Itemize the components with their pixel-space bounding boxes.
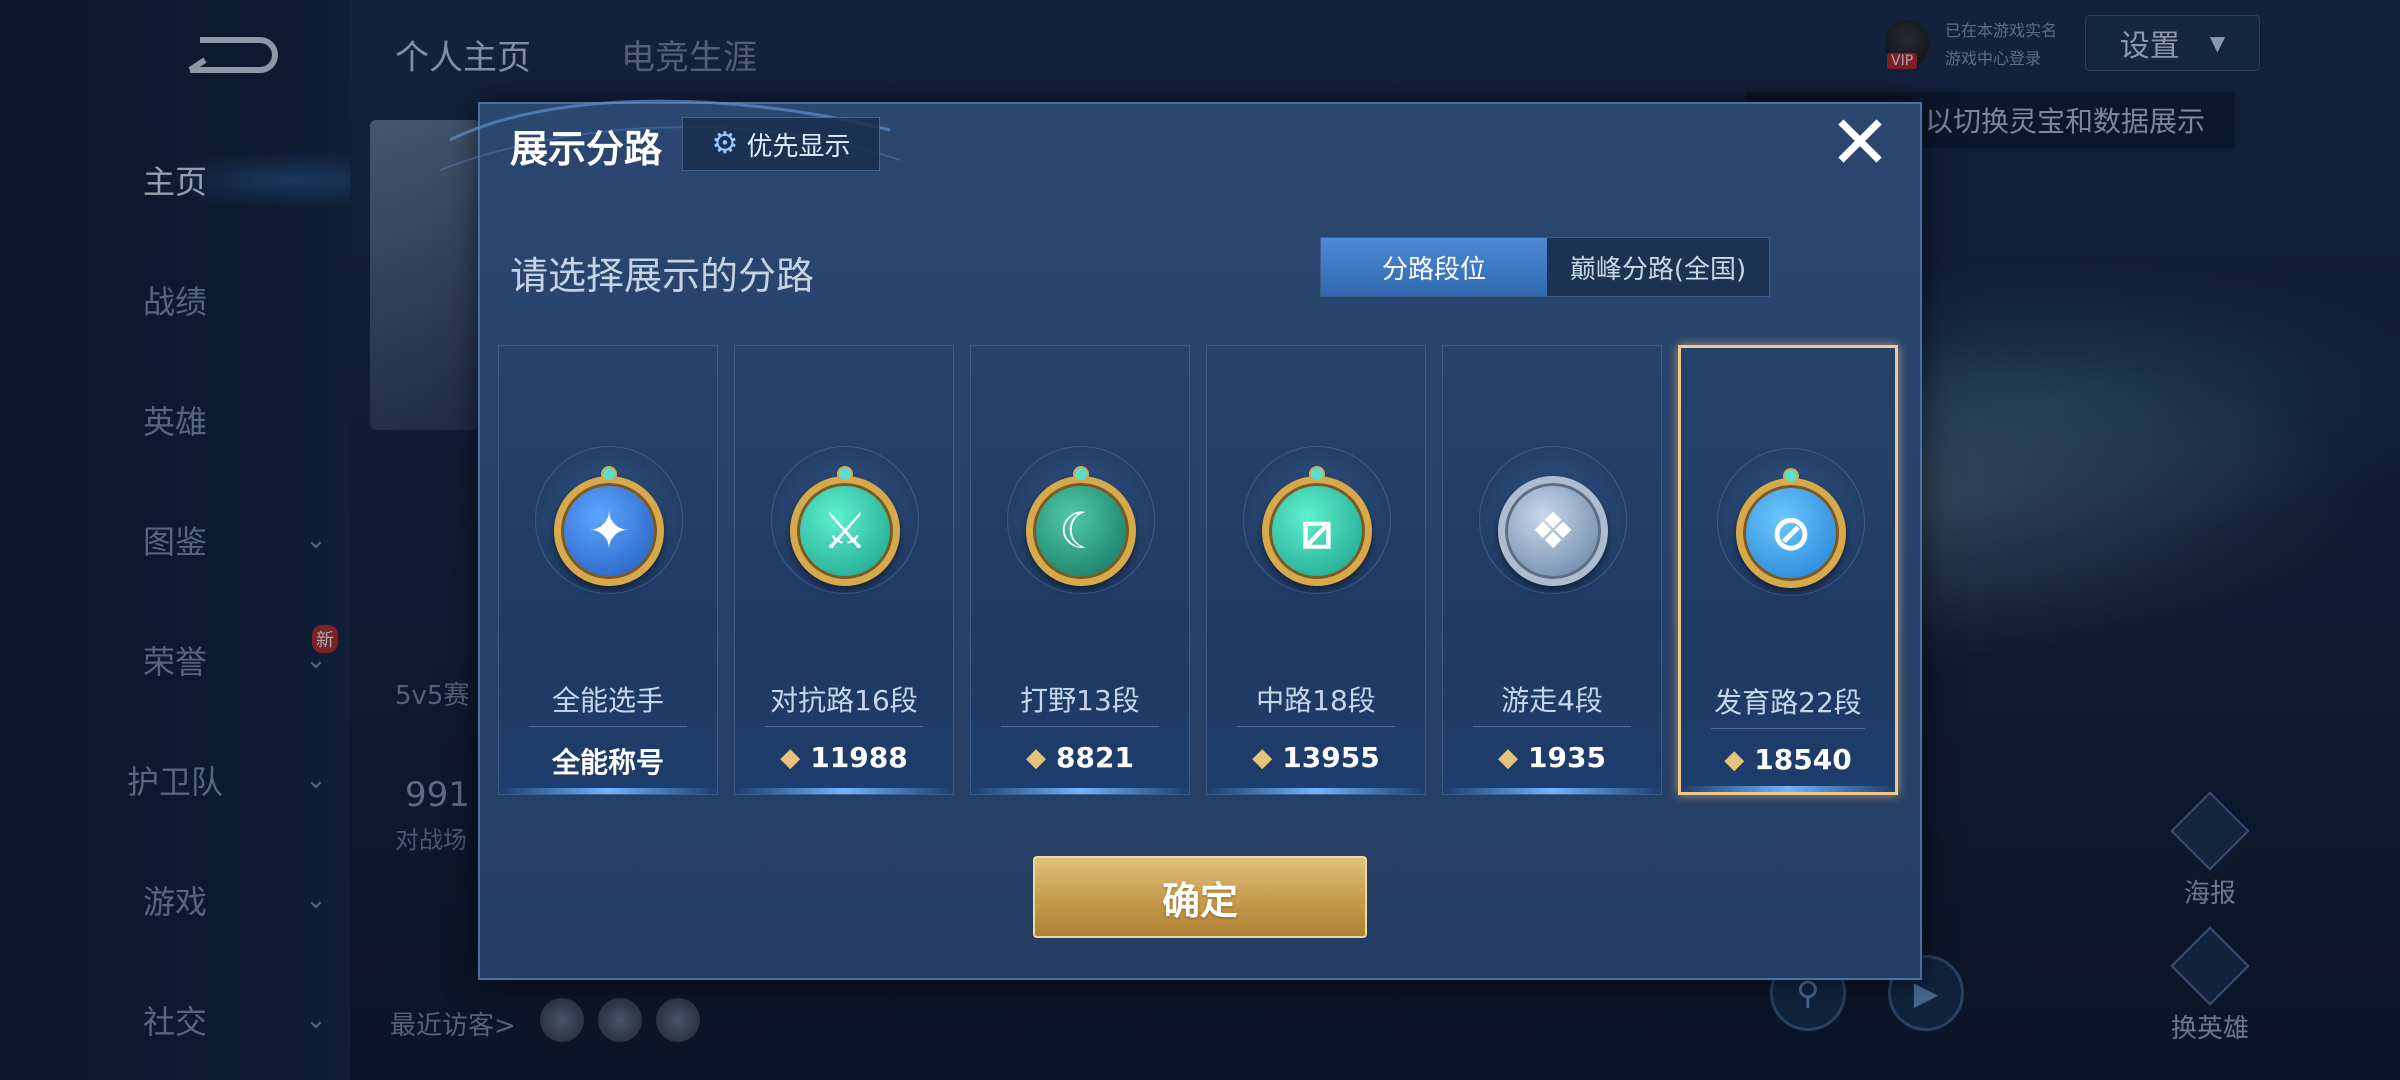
lane-card-roam[interactable]: ❖ 游走4段 ◆ 1935 xyxy=(1442,345,1662,795)
dialog-subtitle: 请选择展示的分路 xyxy=(510,254,815,298)
confirm-button[interactable]: 确定 xyxy=(1033,856,1367,938)
lane-mode-toggle: 分路段位 巅峰分路(全国) xyxy=(1320,237,1770,297)
divider xyxy=(529,726,687,727)
lane-card-label: 对抗路16段 xyxy=(770,684,918,717)
confirm-label: 确定 xyxy=(1161,878,1238,923)
priority-label: 优先显示 xyxy=(746,131,851,162)
title-text: 全能称号 xyxy=(551,746,664,779)
tab-label: 分路段位 xyxy=(1381,254,1486,285)
lane-card-value: ◆ 18540 xyxy=(1681,743,1895,776)
lane-card-farm[interactable]: ⊘ 发育路22段 ◆ 18540 xyxy=(1678,345,1898,795)
divider xyxy=(1237,726,1395,727)
divider xyxy=(1473,726,1631,727)
lane-card-label: 中路18段 xyxy=(1256,684,1376,717)
lane-card-value: ◆ 13955 xyxy=(1207,741,1425,774)
roam-badge-icon: ❖ xyxy=(1498,476,1608,586)
gem-icon xyxy=(837,466,853,482)
tab-lane-rank[interactable]: 分路段位 xyxy=(1321,238,1547,296)
dialog-title: 展示分路 xyxy=(510,127,663,171)
lane-card-label: 打野13段 xyxy=(1020,684,1140,717)
gem-icon xyxy=(1309,466,1325,482)
lane-card-value: ◆ 8821 xyxy=(971,741,1189,774)
points-value: 8821 xyxy=(1056,741,1134,774)
points-icon: ◆ xyxy=(1724,744,1745,775)
points-icon: ◆ xyxy=(780,742,801,773)
divider xyxy=(1001,726,1159,727)
mid-lane-badge-icon: ⧄ xyxy=(1262,476,1372,586)
points-value: 11988 xyxy=(810,741,908,774)
divider xyxy=(1711,728,1865,729)
tab-label: 巅峰分路(全国) xyxy=(1569,254,1747,285)
lane-card-value: 全能称号 xyxy=(499,741,717,781)
lane-card-value: ◆ 1935 xyxy=(1443,741,1661,774)
points-value: 18540 xyxy=(1754,743,1852,776)
lane-card-clash[interactable]: ⚔ 对抗路16段 ◆ 11988 xyxy=(734,345,954,795)
lane-card-all-round[interactable]: ✦ 全能选手 全能称号 xyxy=(498,345,718,795)
gear-icon: ⚙ xyxy=(711,126,739,161)
lane-card-mid[interactable]: ⧄ 中路18段 ◆ 13955 xyxy=(1206,345,1426,795)
points-value: 1935 xyxy=(1528,741,1606,774)
lane-card-label: 全能选手 xyxy=(551,684,664,717)
divider xyxy=(765,726,923,727)
gem-icon xyxy=(601,466,617,482)
points-icon: ◆ xyxy=(1252,742,1273,773)
points-icon: ◆ xyxy=(1498,742,1519,773)
lane-card-label: 发育路22段 xyxy=(1714,686,1862,719)
points-value: 13955 xyxy=(1282,741,1380,774)
gem-icon xyxy=(1783,468,1799,484)
clash-lane-badge-icon: ⚔ xyxy=(790,476,900,586)
lane-card-jungle[interactable]: ☾ 打野13段 ◆ 8821 xyxy=(970,345,1190,795)
all-round-badge-icon: ✦ xyxy=(554,476,664,586)
jungle-badge-icon: ☾ xyxy=(1026,476,1136,586)
farm-lane-badge-icon: ⊘ xyxy=(1736,478,1846,588)
close-icon[interactable]: ✕ xyxy=(1825,106,1895,180)
gem-icon xyxy=(1073,466,1089,482)
lane-card-list: ✦ 全能选手 全能称号 ⚔ 对抗路16段 ◆ 11988 ☾ 打野13段 ◆ 8… xyxy=(498,345,1904,795)
lane-card-label: 游走4段 xyxy=(1501,684,1603,717)
points-icon: ◆ xyxy=(1026,742,1047,773)
priority-display-button[interactable]: ⚙ 优先显示 xyxy=(682,117,880,171)
lane-card-value: ◆ 11988 xyxy=(735,741,953,774)
tab-peak-lane[interactable]: 巅峰分路(全国) xyxy=(1547,238,1769,296)
